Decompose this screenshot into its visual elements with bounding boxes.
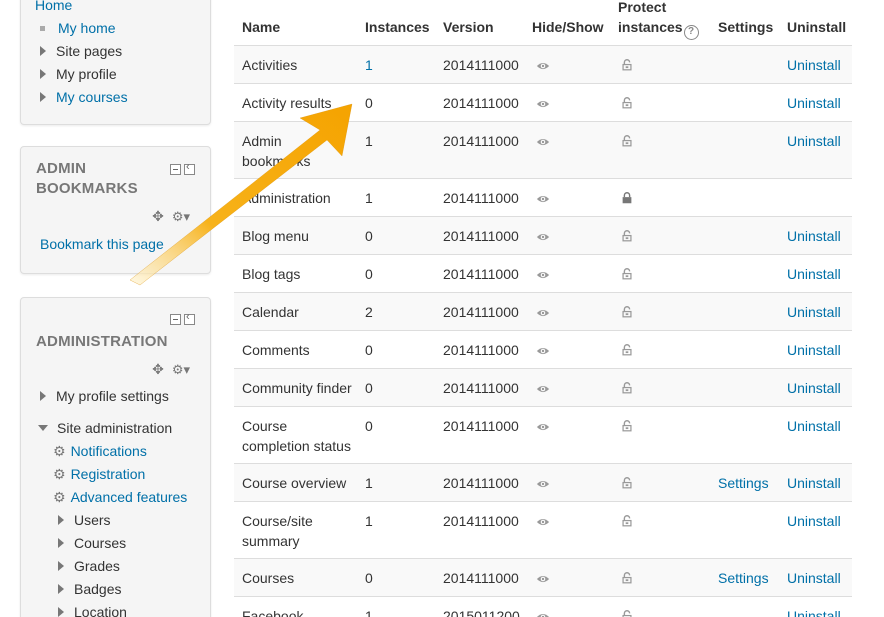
annotation-arrow-icon [129,103,353,286]
